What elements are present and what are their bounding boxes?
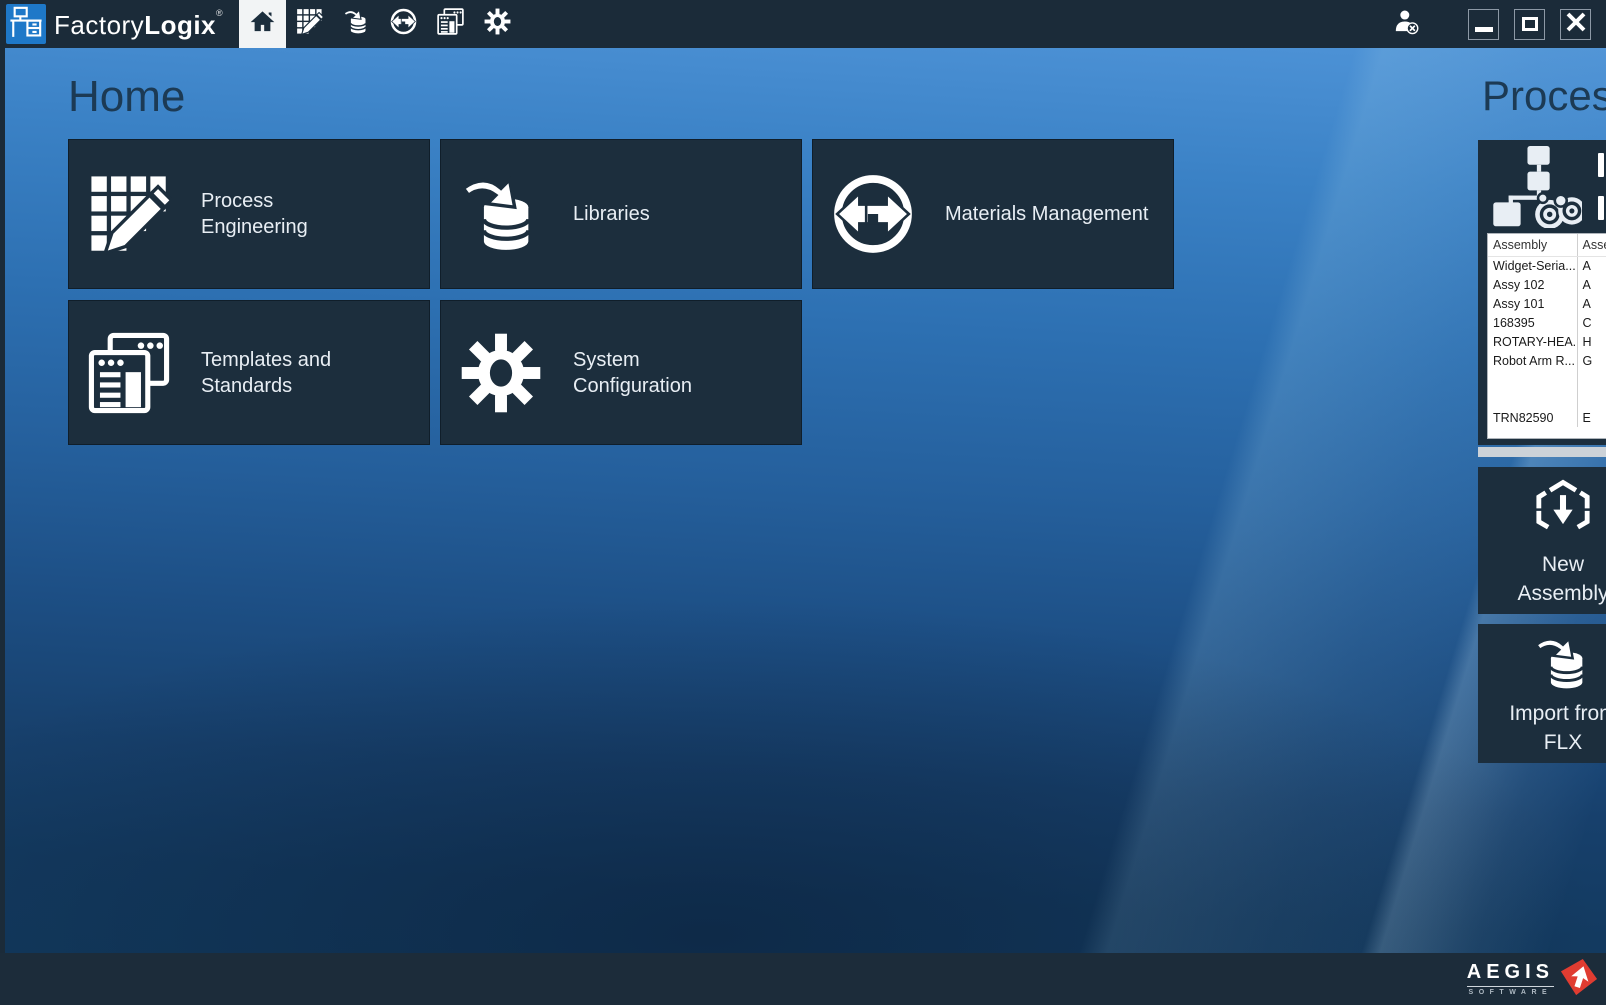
assembly-column-header[interactable]: Assembly: [1488, 234, 1577, 256]
clipped-label-fragment: [1598, 196, 1604, 220]
windows-stack-icon: [437, 8, 464, 40]
table-row[interactable]: Assy 101A: [1488, 294, 1606, 313]
aegis-brand: AEGIS: [1467, 961, 1554, 987]
revision-cell: [1577, 389, 1606, 408]
tile-label: System Configuration: [573, 347, 743, 399]
database-import-icon: [455, 171, 547, 257]
assembly-table: Assembly Asse Widget-Seria...AAssy 102AA…: [1487, 233, 1606, 439]
action-label: Import from FLX: [1507, 700, 1606, 757]
gear-icon: [455, 330, 547, 416]
assembly-cell: Widget-Seria...: [1488, 256, 1577, 275]
close-icon: [1566, 12, 1586, 37]
table-row[interactable]: Assy 102A: [1488, 275, 1606, 294]
content-left-edge: [0, 48, 5, 953]
user-x-icon: [1393, 8, 1420, 40]
find-assembly-header: [1478, 140, 1606, 233]
home-icon: [249, 8, 276, 40]
process-panel: Assembly Asse Widget-Seria...AAssy 102AA…: [1478, 140, 1606, 763]
database-import-icon: [1534, 634, 1592, 697]
revision-cell: [1577, 370, 1606, 389]
tile-label: Libraries: [573, 201, 743, 227]
assembly-cell: 168395: [1488, 313, 1577, 332]
nav-materials-management-button[interactable]: [380, 0, 427, 48]
grid-pencil-icon: [296, 8, 323, 40]
tile-materials-management[interactable]: Materials Management: [812, 139, 1174, 289]
main-content: Home Process Engineering Libraries Mater…: [0, 48, 1606, 953]
app-logo: [6, 4, 46, 44]
titlebar: FactoryLogix®: [0, 0, 1606, 48]
aegis-brand-sub: SOFTWARE: [1467, 989, 1554, 996]
app-title: FactoryLogix®: [54, 8, 223, 41]
tile-label: Templates and Standards: [201, 347, 371, 399]
tile-process-engineering[interactable]: Process Engineering: [68, 139, 430, 289]
tile-label: Materials Management: [945, 201, 1173, 227]
assembly-table-header-row: Assembly Asse: [1488, 234, 1606, 256]
minimize-button[interactable]: [1468, 9, 1499, 40]
assembly-cell: [1488, 389, 1577, 408]
aegis-logo-text: AEGIS SOFTWARE: [1467, 961, 1554, 996]
table-row[interactable]: [1488, 370, 1606, 389]
import-from-flx-button[interactable]: Import from FLX: [1478, 624, 1606, 763]
table-row[interactable]: Widget-Seria...A: [1488, 256, 1606, 275]
assembly-cell: Assy 101: [1488, 294, 1577, 313]
main-nav: [239, 0, 521, 48]
tile-system-configuration[interactable]: System Configuration: [440, 300, 802, 445]
page-title: Home: [68, 72, 185, 122]
clipped-label-fragment: [1598, 153, 1604, 177]
tile-label: Process Engineering: [201, 188, 371, 240]
table-row[interactable]: TRN82590E: [1488, 408, 1606, 427]
brand-regular: Factory: [54, 10, 144, 40]
revision-cell: A: [1577, 256, 1606, 275]
revision-cell: C: [1577, 313, 1606, 332]
footer-bar: AEGIS SOFTWARE: [0, 953, 1606, 1005]
revision-cell: A: [1577, 275, 1606, 294]
assembly-cell: Robot Arm R...: [1488, 351, 1577, 370]
process-panel-title: Process: [1482, 72, 1606, 120]
cube-brackets-icon: [1534, 477, 1592, 540]
windows-stack-icon: [83, 330, 175, 416]
revision-cell: G: [1577, 351, 1606, 370]
maximize-button[interactable]: [1514, 9, 1545, 40]
database-import-icon: [343, 8, 370, 40]
minimize-icon: [1475, 27, 1493, 32]
maximize-icon: [1522, 17, 1538, 31]
nav-home-button[interactable]: [239, 0, 286, 48]
close-button[interactable]: [1560, 9, 1591, 40]
revision-cell: E: [1577, 408, 1606, 427]
desk-icon: [9, 5, 43, 44]
trademark: ®: [216, 8, 223, 18]
find-assembly-tile[interactable]: Assembly Asse Widget-Seria...AAssy 102AA…: [1478, 140, 1606, 445]
titlebar-right: [1388, 0, 1606, 48]
user-logout-button[interactable]: [1388, 6, 1424, 42]
revision-cell: A: [1577, 294, 1606, 313]
assembly-table-body: Widget-Seria...AAssy 102AAssy 101A168395…: [1488, 256, 1606, 427]
nav-templates-button[interactable]: [427, 0, 474, 48]
tile-libraries[interactable]: Libraries: [440, 139, 802, 289]
gear-icon: [484, 8, 511, 40]
action-label: New Assembly: [1507, 551, 1606, 608]
assembly-cell: TRN82590: [1488, 408, 1577, 427]
nav-libraries-button[interactable]: [333, 0, 380, 48]
table-row[interactable]: ROTARY-HEA...H: [1488, 332, 1606, 351]
revision-cell: H: [1577, 332, 1606, 351]
assembly-cell: ROTARY-HEA...: [1488, 332, 1577, 351]
revision-column-header[interactable]: Asse: [1577, 234, 1606, 256]
table-row[interactable]: 168395C: [1488, 313, 1606, 332]
tile-templates-and-standards[interactable]: Templates and Standards: [68, 300, 430, 445]
assembly-cell: Assy 102: [1488, 275, 1577, 294]
table-row[interactable]: Robot Arm R...G: [1488, 351, 1606, 370]
nav-process-engineering-button[interactable]: [286, 0, 333, 48]
aegis-arrow-icon: [1560, 959, 1598, 997]
swap-arrows-circle-icon: [390, 8, 417, 40]
new-assembly-button[interactable]: New Assembly: [1478, 467, 1606, 614]
nav-system-configuration-button[interactable]: [474, 0, 521, 48]
table-row[interactable]: [1488, 389, 1606, 408]
aegis-logo: AEGIS SOFTWARE: [1467, 959, 1598, 997]
swap-arrows-circle-icon: [827, 171, 919, 257]
table-horizontal-scrollbar[interactable]: [1478, 447, 1606, 457]
app-window: FactoryLogix® Home Process Engineering: [0, 0, 1606, 1005]
grid-pencil-icon: [83, 171, 175, 257]
brand-bold: Logix: [144, 10, 216, 40]
assembly-cell: [1488, 370, 1577, 389]
